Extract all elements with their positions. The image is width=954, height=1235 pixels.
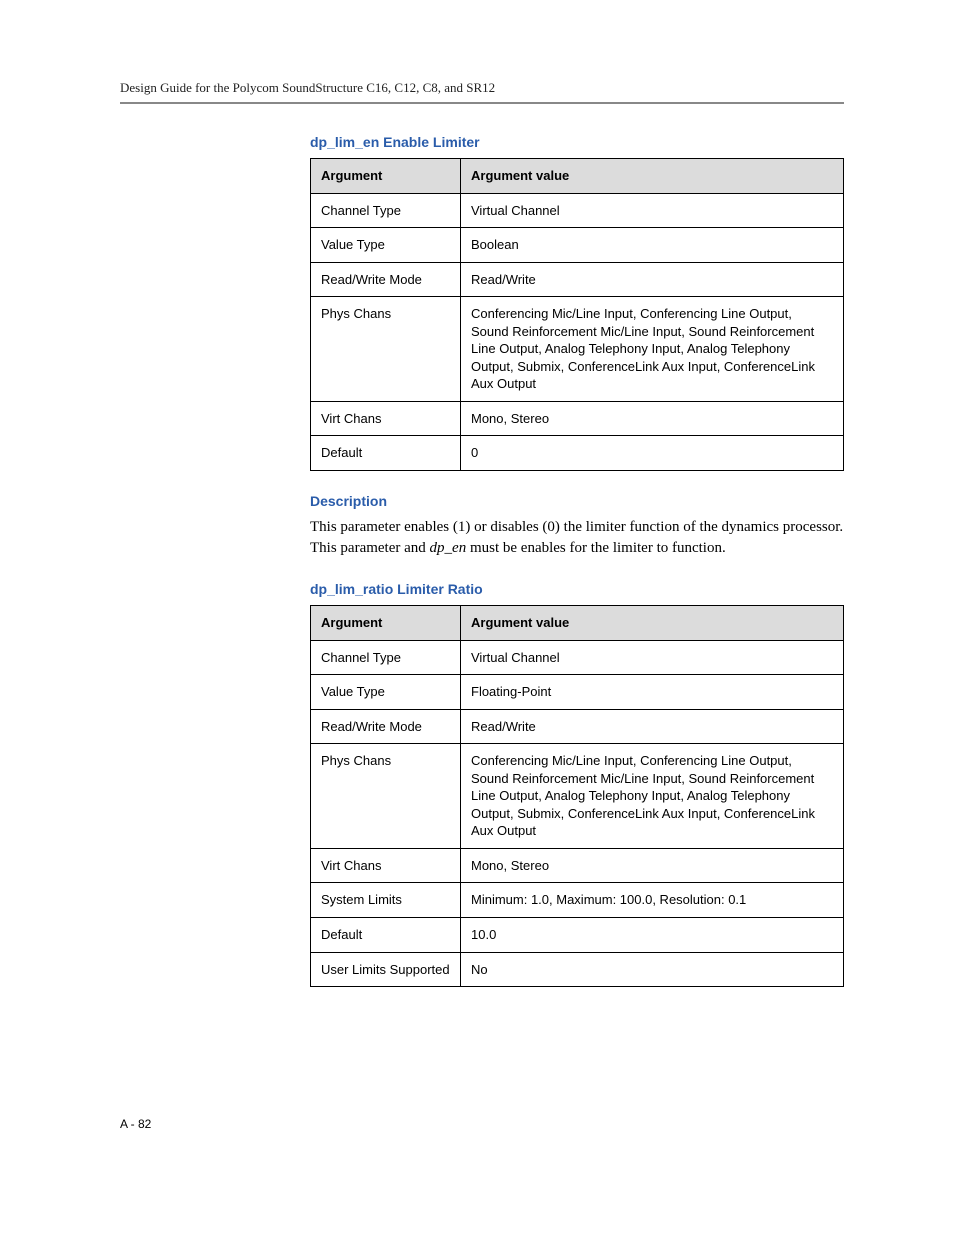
cell-argument: Default — [311, 918, 461, 953]
section-title-dp-lim-en: dp_lim_en Enable Limiter — [310, 134, 844, 150]
cell-value: Virtual Channel — [461, 640, 844, 675]
cell-argument: Phys Chans — [311, 297, 461, 402]
cell-argument: Channel Type — [311, 193, 461, 228]
cell-value: Minimum: 1.0, Maximum: 100.0, Resolution… — [461, 883, 844, 918]
table-dp-lim-ratio: Argument Argument value Channel Type Vir… — [310, 605, 844, 987]
cell-argument: Default — [311, 436, 461, 471]
header-rule — [120, 102, 844, 104]
cell-argument: Read/Write Mode — [311, 262, 461, 297]
table-row: Value Type Boolean — [311, 228, 844, 263]
cell-argument: Phys Chans — [311, 744, 461, 849]
table-row: Default 0 — [311, 436, 844, 471]
cell-value: Mono, Stereo — [461, 848, 844, 883]
th-argument-value: Argument value — [461, 159, 844, 194]
cell-value: Floating-Point — [461, 675, 844, 710]
cell-argument: Channel Type — [311, 640, 461, 675]
running-header: Design Guide for the Polycom SoundStruct… — [120, 80, 844, 96]
section-title-dp-lim-ratio: dp_lim_ratio Limiter Ratio — [310, 581, 844, 597]
page-number: A - 82 — [120, 1117, 844, 1131]
cell-value: Read/Write — [461, 709, 844, 744]
cell-value: No — [461, 952, 844, 987]
cell-value: 10.0 — [461, 918, 844, 953]
th-argument: Argument — [311, 159, 461, 194]
cell-argument: System Limits — [311, 883, 461, 918]
table-row: Channel Type Virtual Channel — [311, 193, 844, 228]
table-row: User Limits Supported No — [311, 952, 844, 987]
table-row: Value Type Floating-Point — [311, 675, 844, 710]
table-row: Virt Chans Mono, Stereo — [311, 848, 844, 883]
table-dp-lim-en: Argument Argument value Channel Type Vir… — [310, 158, 844, 471]
cell-value: Boolean — [461, 228, 844, 263]
cell-value: Conferencing Mic/Line Input, Conferencin… — [461, 744, 844, 849]
cell-argument: Read/Write Mode — [311, 709, 461, 744]
table-header-row: Argument Argument value — [311, 159, 844, 194]
cell-value: Mono, Stereo — [461, 401, 844, 436]
th-argument-value: Argument value — [461, 606, 844, 641]
table-row: Phys Chans Conferencing Mic/Line Input, … — [311, 744, 844, 849]
cell-argument: Value Type — [311, 228, 461, 263]
cell-value: Virtual Channel — [461, 193, 844, 228]
table-row: Read/Write Mode Read/Write — [311, 709, 844, 744]
description-text-after: must be enables for the limiter to funct… — [466, 540, 726, 556]
table-row: Default 10.0 — [311, 918, 844, 953]
table-row: System Limits Minimum: 1.0, Maximum: 100… — [311, 883, 844, 918]
description-body: This parameter enables (1) or disables (… — [310, 517, 844, 559]
table-row: Channel Type Virtual Channel — [311, 640, 844, 675]
cell-argument: Virt Chans — [311, 848, 461, 883]
section-title-description: Description — [310, 493, 844, 509]
cell-value: 0 — [461, 436, 844, 471]
table-row: Read/Write Mode Read/Write — [311, 262, 844, 297]
cell-argument: User Limits Supported — [311, 952, 461, 987]
page: Design Guide for the Polycom SoundStruct… — [0, 0, 954, 1191]
table-row: Virt Chans Mono, Stereo — [311, 401, 844, 436]
table-row: Phys Chans Conferencing Mic/Line Input, … — [311, 297, 844, 402]
content-block: dp_lim_en Enable Limiter Argument Argume… — [310, 134, 844, 987]
th-argument: Argument — [311, 606, 461, 641]
table-header-row: Argument Argument value — [311, 606, 844, 641]
description-emph: dp_en — [430, 540, 467, 556]
cell-value: Read/Write — [461, 262, 844, 297]
cell-argument: Virt Chans — [311, 401, 461, 436]
cell-value: Conferencing Mic/Line Input, Conferencin… — [461, 297, 844, 402]
cell-argument: Value Type — [311, 675, 461, 710]
